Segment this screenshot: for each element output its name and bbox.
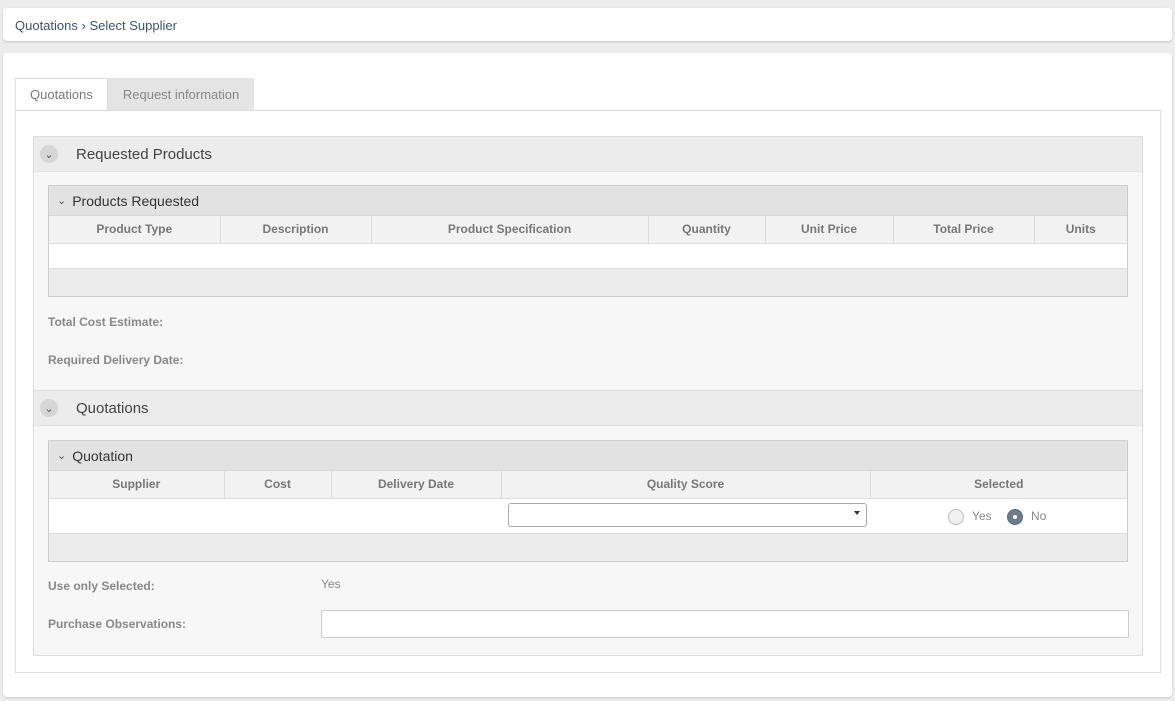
quotation-grid-title: Quotation bbox=[72, 447, 133, 464]
chevron-down-icon[interactable]: ⌄ bbox=[40, 399, 58, 417]
quotation-grid: ⌄ Quotation Supplier Cost Delivery Date … bbox=[48, 440, 1128, 562]
column-header-quantity[interactable]: Quantity bbox=[648, 216, 766, 244]
tab-panel: ⌄ Requested Products ⌄ Products Requeste… bbox=[15, 110, 1161, 673]
selected-cell: Yes No bbox=[870, 498, 1127, 534]
table-row[interactable]: Yes No bbox=[49, 498, 1127, 534]
quality-score-select[interactable] bbox=[508, 502, 867, 527]
required-delivery-date-label: Required Delivery Date: bbox=[48, 353, 184, 367]
grid-footer bbox=[49, 533, 1127, 561]
tab-bar: Quotations Request information bbox=[15, 78, 255, 111]
column-header-quality-score[interactable]: Quality Score bbox=[501, 471, 871, 499]
chevron-down-icon[interactable]: ⌄ bbox=[40, 145, 58, 163]
grid-footer bbox=[49, 268, 1127, 296]
breadcrumb-current: Select Supplier bbox=[89, 18, 177, 34]
column-header-selected[interactable]: Selected bbox=[870, 471, 1127, 499]
quotations-header[interactable]: ⌄ Quotations bbox=[34, 391, 1142, 426]
breadcrumb-root[interactable]: Quotations bbox=[15, 18, 78, 33]
column-header-cost[interactable]: Cost bbox=[224, 471, 332, 499]
total-cost-estimate-label: Total Cost Estimate: bbox=[48, 315, 164, 329]
column-header-unit-price[interactable]: Unit Price bbox=[765, 216, 894, 244]
delivery-date-cell bbox=[331, 498, 501, 534]
table-row[interactable] bbox=[49, 243, 1127, 269]
products-requested-grid-header[interactable]: ⌄ Products Requested bbox=[49, 186, 1127, 216]
caret-down-icon bbox=[854, 510, 860, 515]
purchase-observations-input[interactable] bbox=[321, 610, 1129, 638]
breadcrumb: Quotations › Select Supplier bbox=[3, 8, 1172, 41]
requested-products-header[interactable]: ⌄ Requested Products bbox=[34, 137, 1142, 172]
column-header-description[interactable]: Description bbox=[220, 216, 372, 244]
supplier-cell bbox=[49, 498, 224, 534]
purchase-observations-label: Purchase Observations: bbox=[48, 617, 187, 631]
column-header-supplier[interactable]: Supplier bbox=[49, 471, 225, 499]
selected-yes-label: Yes bbox=[972, 508, 992, 523]
tab-request-information[interactable]: Request information bbox=[107, 78, 255, 111]
column-header-product-type[interactable]: Product Type bbox=[49, 216, 221, 244]
cost-cell bbox=[224, 498, 331, 534]
column-header-total-price[interactable]: Total Price bbox=[893, 216, 1035, 244]
chevron-down-icon[interactable]: ⌄ bbox=[57, 449, 66, 462]
use-only-selected-value: Yes bbox=[321, 577, 341, 591]
column-header-delivery-date[interactable]: Delivery Date bbox=[331, 471, 502, 499]
quality-score-cell bbox=[501, 498, 870, 534]
use-only-selected-label: Use only Selected: bbox=[48, 579, 155, 593]
products-requested-table: Product Type Description Product Specifi… bbox=[49, 216, 1127, 269]
breadcrumb-separator: › bbox=[81, 18, 86, 34]
selected-no-radio[interactable] bbox=[1007, 508, 1023, 525]
requested-products-title: Requested Products bbox=[76, 145, 212, 163]
selected-yes-radio[interactable] bbox=[948, 508, 964, 525]
requested-products-section: ⌄ Requested Products ⌄ Products Requeste… bbox=[33, 136, 1143, 391]
quotations-title: Quotations bbox=[76, 399, 149, 417]
selected-no-label: No bbox=[1031, 508, 1047, 523]
quotations-section: ⌄ Quotations ⌄ Quotation Supplier Cost D… bbox=[33, 390, 1143, 656]
products-requested-grid-title: Products Requested bbox=[72, 192, 200, 209]
chevron-down-icon[interactable]: ⌄ bbox=[57, 194, 66, 207]
tab-quotations[interactable]: Quotations bbox=[15, 78, 108, 111]
quotation-table: Supplier Cost Delivery Date Quality Scor… bbox=[49, 471, 1127, 534]
products-requested-grid: ⌄ Products Requested Product Type Descri… bbox=[48, 185, 1128, 297]
column-header-product-specification[interactable]: Product Specification bbox=[371, 216, 649, 244]
column-header-units[interactable]: Units bbox=[1034, 216, 1127, 244]
main-card: Quotations Request information ⌄ Request… bbox=[3, 53, 1172, 697]
quotation-grid-header[interactable]: ⌄ Quotation bbox=[49, 441, 1127, 471]
